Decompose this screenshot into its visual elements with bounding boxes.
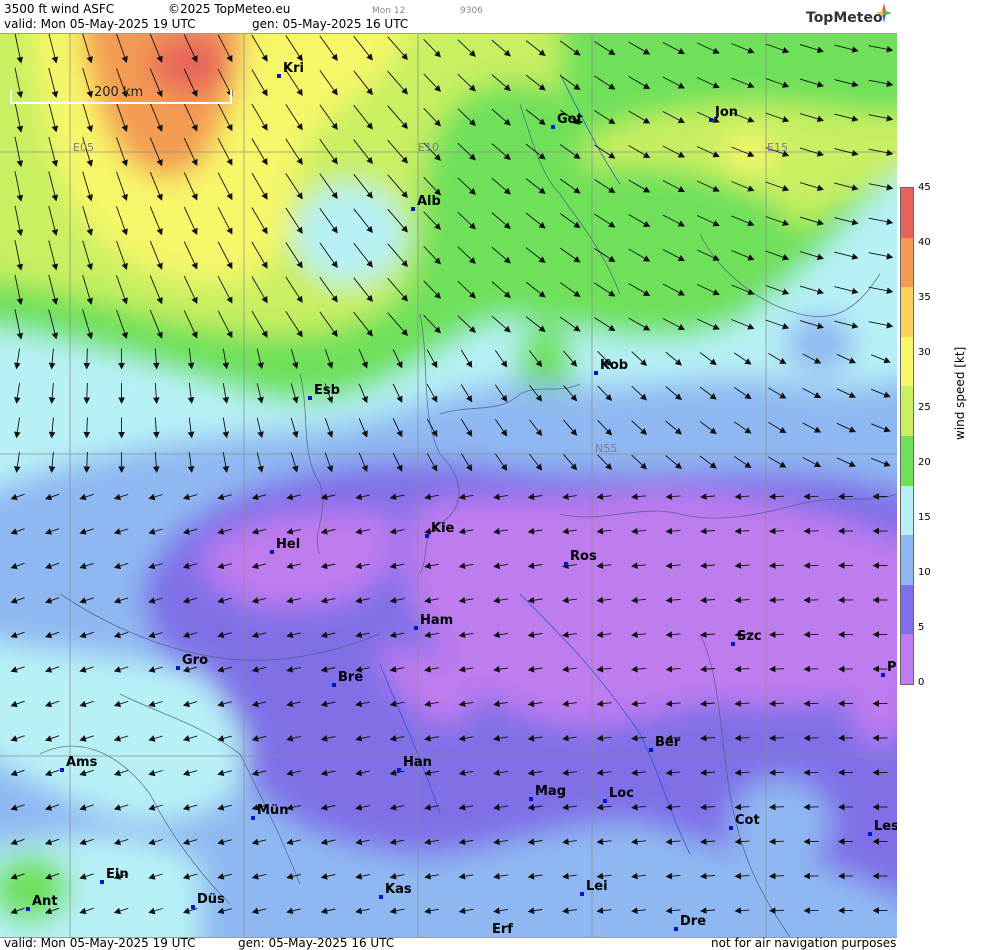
city-jon[interactable]: Jon [715, 105, 738, 120]
colorbar-tick-label: 25 [918, 402, 931, 413]
city-alb[interactable]: Alb [417, 194, 441, 209]
wind-map[interactable]: 200 km E05 E10 E15 N55 Kri Got Jon Alb K… [0, 33, 897, 938]
colorbar-tick-label: 40 [918, 237, 931, 248]
topmeteo-logo: TopMeteo [806, 7, 883, 26]
colorbar-tick-label: 20 [918, 457, 931, 468]
footer-generated-time: gen: 05-May-2025 16 UTC [238, 936, 394, 950]
city-ham[interactable]: Ham [420, 613, 453, 628]
product-title: 3500 ft wind ASFC [4, 2, 114, 16]
city-dus[interactable]: Düs [197, 892, 225, 907]
wind-speed-colorbar [900, 187, 914, 685]
colorbar-band [901, 238, 913, 288]
city-szc[interactable]: Szc [737, 629, 762, 644]
wind-speed-area [785, 314, 855, 374]
footer-valid-time: valid: Mon 05-May-2025 19 UTC [4, 936, 195, 950]
city-ams[interactable]: Ams [66, 755, 97, 770]
copyright: ©2025 TopMeteo.eu [168, 2, 290, 16]
city-hel[interactable]: Hel [276, 537, 300, 552]
city-erf[interactable]: Erf [492, 922, 513, 937]
compass-star-icon [876, 3, 892, 23]
city-ein[interactable]: Ein [106, 867, 129, 882]
run-code: 9306 [460, 4, 483, 18]
footer-disclaimer: not for air navigation purposes [711, 936, 896, 950]
city-lei[interactable]: Lei [586, 879, 608, 894]
day-code: Mon 12 [372, 4, 405, 18]
scale-bar: 200 km [10, 90, 232, 104]
colorbar-band [901, 436, 913, 486]
city-mag[interactable]: Mag [535, 784, 566, 799]
city-ber[interactable]: Ber [655, 735, 680, 750]
wind-speed-area [150, 34, 230, 94]
colorbar-tick-label: 45 [918, 182, 931, 193]
city-loc[interactable]: Loc [609, 786, 634, 801]
colorbar-band [901, 486, 913, 536]
grid-label-n55: N55 [595, 442, 617, 455]
logo-text: TopMeteo [806, 10, 883, 26]
city-kob[interactable]: Kob [600, 358, 628, 373]
city-mun[interactable]: Mün [257, 803, 288, 818]
city-han[interactable]: Han [403, 755, 432, 770]
valid-time: valid: Mon 05-May-2025 19 UTC [4, 17, 195, 31]
city-kie[interactable]: Kie [431, 521, 454, 536]
colorbar-tick-label: 5 [918, 622, 924, 633]
colorbar-band [901, 188, 913, 238]
city-ant[interactable]: Ant [32, 894, 58, 909]
scale-label: 200 km [94, 85, 143, 100]
city-kri[interactable]: Kri [283, 61, 304, 76]
city-got[interactable]: Got [557, 112, 583, 127]
colorbar-tick-label: 35 [918, 292, 931, 303]
wind-map-canvas [0, 34, 897, 937]
colorbar-band [901, 386, 913, 436]
city-gro[interactable]: Gro [182, 653, 208, 668]
colorbar-band [901, 337, 913, 387]
grid-label-e05: E05 [73, 141, 94, 154]
generated-time: gen: 05-May-2025 16 UTC [252, 17, 408, 31]
colorbar-tick-label: 10 [918, 567, 931, 578]
city-esb[interactable]: Esb [314, 383, 340, 398]
colorbar-tick-label: 0 [918, 677, 924, 688]
colorbar-band [901, 585, 913, 635]
wind-speed-area [295, 184, 405, 284]
city-ros[interactable]: Ros [570, 549, 597, 564]
grid-label-e10: E10 [418, 141, 439, 154]
grid-label-e15: E15 [767, 141, 788, 154]
city-cot[interactable]: Cot [735, 813, 760, 828]
city-bre[interactable]: Bre [338, 670, 363, 685]
colorbar-tick-label: 30 [918, 347, 931, 358]
city-les[interactable]: Les [874, 819, 897, 834]
city-dre[interactable]: Dre [680, 914, 706, 929]
colorbar-band [901, 287, 913, 337]
colorbar-title: wind speed [kt] [953, 347, 967, 440]
colorbar-tick-label: 15 [918, 512, 931, 523]
city-p[interactable]: P [887, 660, 897, 675]
city-kas[interactable]: Kas [385, 882, 412, 897]
colorbar-band [901, 634, 913, 684]
colorbar-band [901, 535, 913, 585]
